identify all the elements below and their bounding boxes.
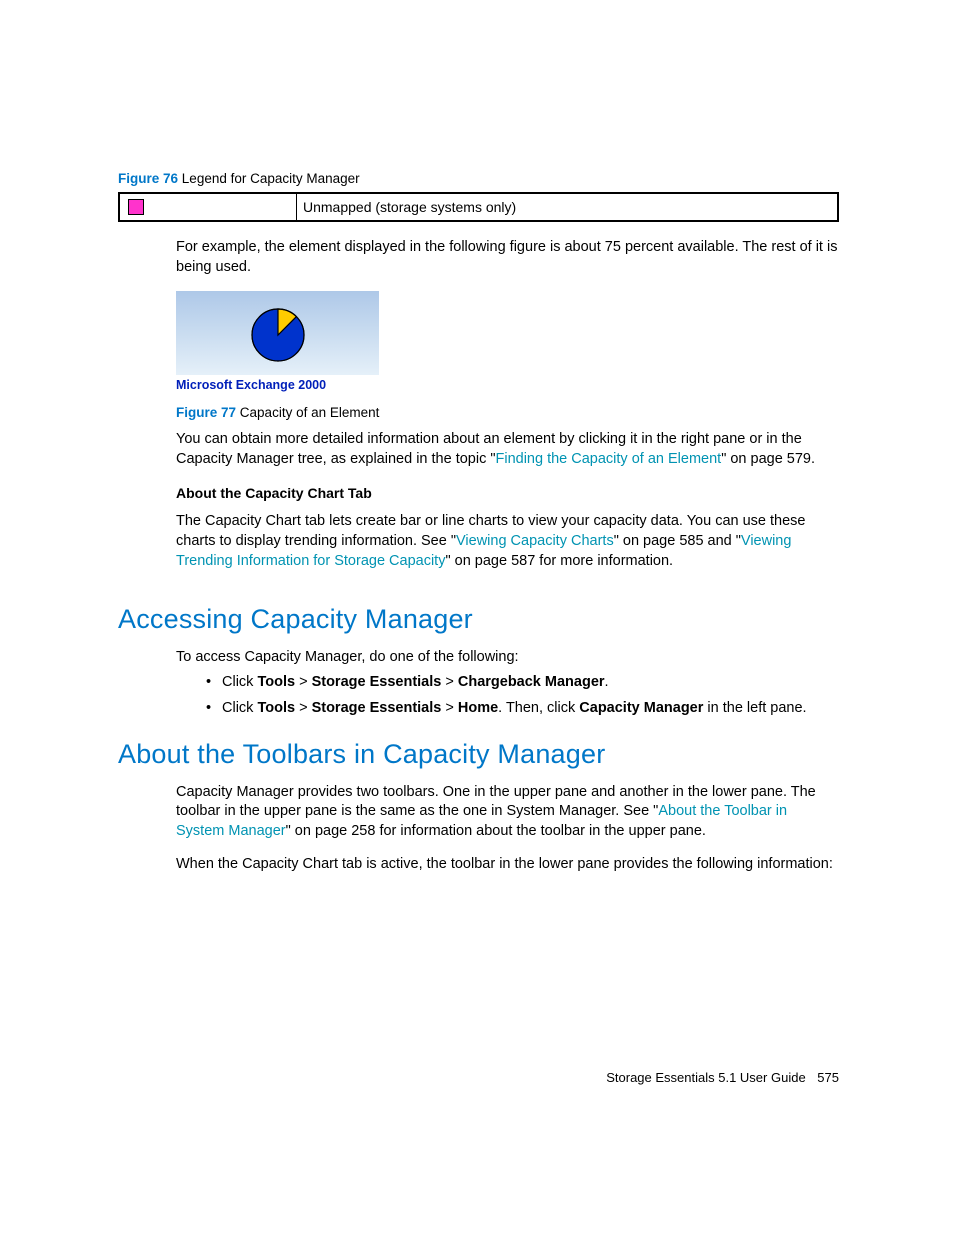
paragraph-chart-tab-b: " on page 585 and " — [614, 533, 741, 549]
paragraph-detail: You can obtain more detailed information… — [176, 430, 839, 469]
figure-77-caption: Figure 77 Capacity of an Element — [176, 404, 839, 422]
bullet-sep: > — [295, 674, 312, 690]
bullet-bold-tools: Tools — [257, 674, 295, 690]
figure-76-caption: Figure 76 Legend for Capacity Manager — [118, 170, 839, 188]
heading-accessing-capacity-manager: Accessing Capacity Manager — [118, 601, 839, 637]
paragraph-example: For example, the element displayed in th… — [176, 238, 839, 277]
capacity-element-label: Microsoft Exchange 2000 — [176, 375, 379, 398]
page: Figure 76 Legend for Capacity Manager Un… — [0, 0, 954, 1235]
bullet-sep: > — [441, 700, 458, 716]
legend-text-cell: Unmapped (storage systems only) — [297, 194, 837, 220]
paragraph-detail-b: " on page 579. — [721, 451, 815, 467]
link-viewing-capacity-charts[interactable]: Viewing Capacity Charts — [456, 533, 614, 549]
bullet-then: . Then, click — [498, 700, 579, 716]
paragraph-chart-tab-c: " on page 587 for more information. — [445, 553, 673, 569]
legend-swatch-cell — [120, 194, 297, 220]
bullet-text: Click — [222, 700, 257, 716]
bullet-sep: > — [441, 674, 458, 690]
bullet-bold-tools: Tools — [257, 700, 295, 716]
figure-77-label: Figure 77 — [176, 405, 236, 420]
bullet-bold-cb: Chargeback Manager — [458, 674, 605, 690]
figure-76-label: Figure 76 — [118, 171, 178, 186]
subhead-capacity-chart-tab: About the Capacity Chart Tab — [176, 484, 839, 503]
link-finding-capacity[interactable]: Finding the Capacity of an Element — [496, 451, 722, 467]
bullet-sep: > — [295, 700, 312, 716]
figure-77-caption-text: Capacity of an Element — [240, 405, 380, 420]
page-footer: Storage Essentials 5.1 User Guide 575 — [606, 1069, 839, 1087]
paragraph-toolbars-b-text: " on page 258 for information about the … — [286, 823, 706, 839]
bullet-bold-home: Home — [458, 700, 498, 716]
bullet-rest: in the left pane. — [703, 700, 806, 716]
footer-page-number: 575 — [817, 1070, 839, 1085]
bullet-bold-se: Storage Essentials — [312, 674, 442, 690]
figure-76-caption-text: Legend for Capacity Manager — [182, 171, 360, 186]
access-bullet-list: Click Tools > Storage Essentials > Charg… — [206, 673, 839, 718]
capacity-element-thumbnail: Microsoft Exchange 2000 — [176, 291, 379, 398]
legend-swatch-unmapped — [128, 199, 144, 215]
legend-table: Unmapped (storage systems only) — [118, 192, 839, 222]
paragraph-access-intro: To access Capacity Manager, do one of th… — [176, 648, 839, 668]
list-item: Click Tools > Storage Essentials > Charg… — [206, 673, 839, 693]
paragraph-toolbars-a: Capacity Manager provides two toolbars. … — [176, 783, 839, 842]
capacity-pie-chart — [176, 291, 379, 375]
heading-about-toolbars: About the Toolbars in Capacity Manager — [118, 736, 839, 772]
footer-title: Storage Essentials 5.1 User Guide — [606, 1070, 805, 1085]
bullet-end: . — [605, 674, 609, 690]
bullet-bold-se: Storage Essentials — [312, 700, 442, 716]
bullet-text: Click — [222, 674, 257, 690]
paragraph-toolbars-c: When the Capacity Chart tab is active, t… — [176, 855, 839, 875]
pie-chart-icon — [247, 302, 309, 364]
list-item: Click Tools > Storage Essentials > Home.… — [206, 699, 839, 719]
bullet-bold-cm: Capacity Manager — [579, 700, 703, 716]
paragraph-chart-tab: The Capacity Chart tab lets create bar o… — [176, 512, 839, 571]
